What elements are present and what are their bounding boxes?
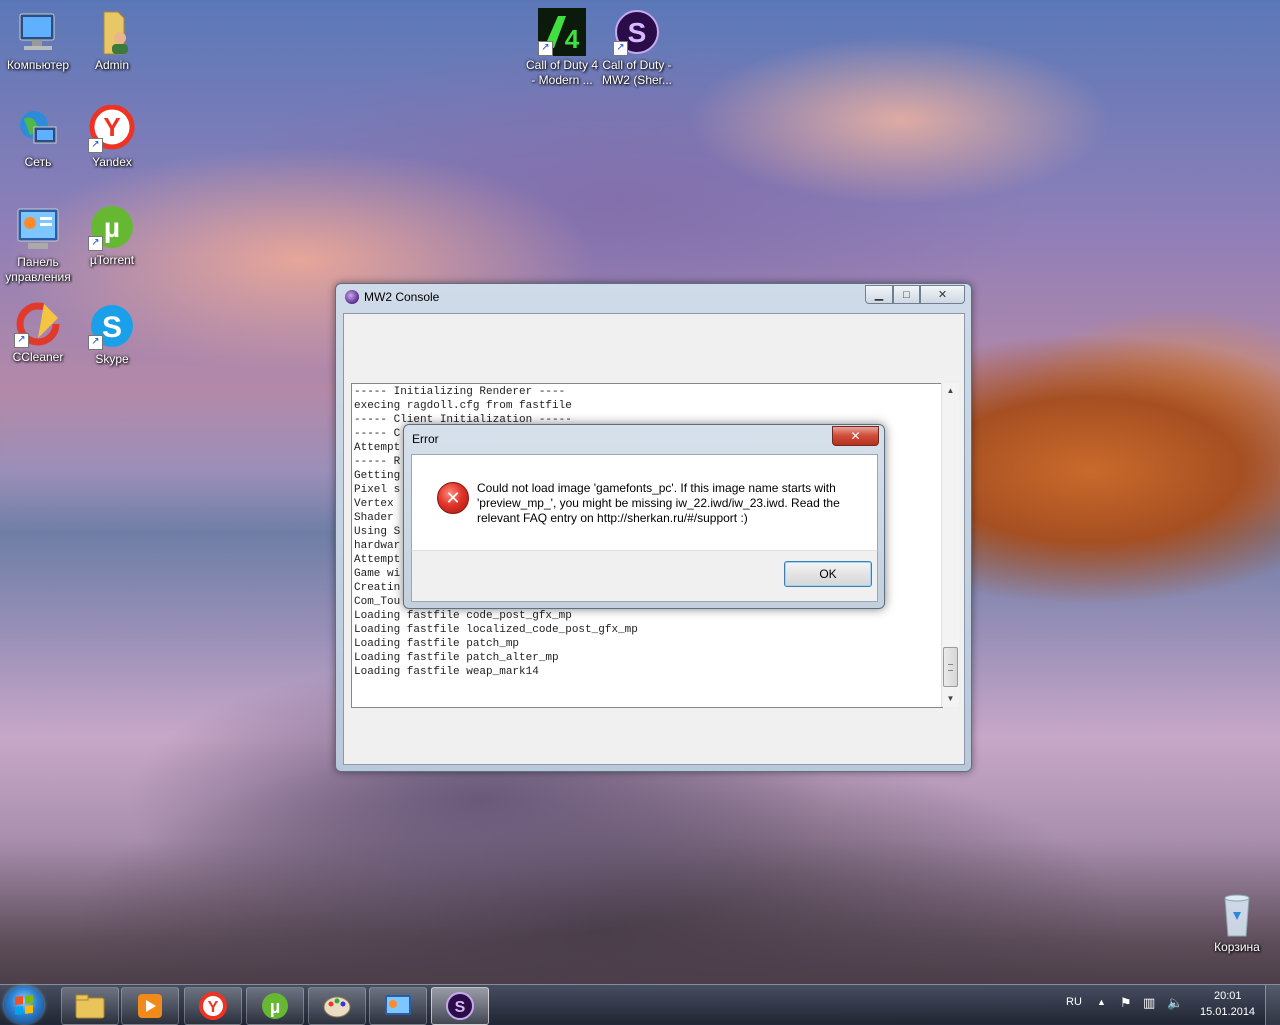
clock-date[interactable]: 15.01.2014 xyxy=(1200,1006,1255,1018)
action-center-flag-icon[interactable]: ⚑ xyxy=(1120,995,1132,1011)
taskbar-yandex[interactable]: Y xyxy=(184,987,242,1025)
desktop-icon-network[interactable]: Сеть xyxy=(0,105,76,170)
taskbar-control-panel[interactable] xyxy=(369,987,427,1025)
window-title: MW2 Console xyxy=(364,290,440,304)
desktop-icon-recycle-bin[interactable]: Корзина xyxy=(1199,890,1275,955)
close-icon: ✕ xyxy=(937,289,948,301)
desktop-icon-skype[interactable]: S ↗ Skype xyxy=(74,302,150,367)
dialog-footer: OK xyxy=(411,550,878,602)
ccleaner-icon: ↗ xyxy=(14,300,62,348)
taskbar-utorrent[interactable]: µ xyxy=(246,987,304,1025)
desktop-icon-label: µTorrent xyxy=(89,253,135,267)
scroll-up-icon[interactable]: ▲ xyxy=(942,383,959,399)
windows-logo-icon xyxy=(15,995,33,1015)
error-dialog[interactable]: Error ✕ ✕ Could not load image 'gamefont… xyxy=(403,424,885,609)
svg-text:S: S xyxy=(455,999,466,1016)
control-panel-icon xyxy=(385,995,411,1015)
desktop-icon-admin[interactable]: Admin xyxy=(74,8,150,73)
svg-text:Y: Y xyxy=(208,999,219,1016)
minimize-icon: ▁ xyxy=(874,289,884,301)
taskbar: Y µ S RU ▲ ⚑ ▥ 🔈 20:01 15.01.2014 xyxy=(0,984,1280,1025)
desktop-icon-cod4[interactable]: 4 ↗ Call of Duty 4 - Modern ... xyxy=(524,8,600,88)
skype-icon: S ↗ xyxy=(88,302,136,350)
utorrent-icon: µ ↗ xyxy=(88,203,136,251)
svg-text:S: S xyxy=(102,311,122,344)
desktop-icon-label: CCleaner xyxy=(12,350,64,364)
show-desktop-button[interactable] xyxy=(1265,985,1280,1025)
ok-button[interactable]: OK xyxy=(784,561,872,587)
shortcut-arrow-icon: ↗ xyxy=(613,41,628,56)
taskbar-media-player[interactable] xyxy=(121,987,179,1025)
shortcut-arrow-icon: ↗ xyxy=(88,335,103,350)
network-globe-icon xyxy=(14,105,62,153)
scroll-thumb[interactable] xyxy=(943,647,958,687)
mw2-sherkan-icon: S ↗ xyxy=(613,8,661,56)
shortcut-arrow-icon: ↗ xyxy=(88,138,103,153)
utorrent-icon: µ xyxy=(262,993,288,1019)
minimize-button[interactable]: ▁ xyxy=(865,285,893,304)
caption-buttons: ▁ □ ✕ xyxy=(865,285,965,304)
taskbar-explorer[interactable] xyxy=(61,987,119,1025)
taskbar-mw2-console[interactable]: S xyxy=(431,987,489,1025)
error-message: Could not load image 'gamefonts_pc'. If … xyxy=(477,481,840,525)
mw2-sherkan-icon: S xyxy=(446,992,474,1020)
svg-text:µ: µ xyxy=(270,997,280,1017)
dialog-close-button[interactable]: ✕ xyxy=(832,426,879,446)
clock-time[interactable]: 20:01 xyxy=(1214,990,1242,1002)
tray-expand-icon[interactable]: ▲ xyxy=(1097,997,1106,1007)
shortcut-arrow-icon: ↗ xyxy=(88,236,103,251)
network-icon[interactable]: ▥ xyxy=(1143,995,1155,1011)
dialog-body: ✕ Could not load image 'gamefonts_pc'. I… xyxy=(411,454,878,551)
desktop-icon-ccleaner[interactable]: ↗ CCleaner xyxy=(0,300,76,365)
control-panel-icon xyxy=(14,205,62,253)
desktop-icon-label: Skype xyxy=(95,352,129,366)
desktop-icon-label: Call of Duty - MW2 (Sher... xyxy=(601,58,672,87)
desktop-icon-label: Admin xyxy=(94,58,129,72)
desktop-icon-label: Компьютер xyxy=(6,58,70,72)
shortcut-arrow-icon: ↗ xyxy=(14,333,29,348)
yandex-icon: Y xyxy=(199,992,227,1020)
desktop-icon-control-panel[interactable]: Панель управления xyxy=(0,205,76,285)
desktop-icon-label: Сеть xyxy=(24,155,52,169)
start-button[interactable] xyxy=(4,986,44,1024)
console-scrollbar[interactable]: ▲ ▼ xyxy=(941,383,959,707)
error-icon: ✕ xyxy=(437,482,469,514)
cod4-game-icon: 4 ↗ xyxy=(538,8,586,56)
svg-text:µ: µ xyxy=(104,212,120,243)
paint-palette-icon xyxy=(323,996,351,1018)
desktop-icon-label: Yandex xyxy=(92,155,132,169)
media-player-icon xyxy=(138,994,162,1018)
taskbar-paint[interactable] xyxy=(308,987,366,1025)
desktop-icon-label: Панель управления xyxy=(5,255,71,284)
maximize-button[interactable]: □ xyxy=(893,285,920,304)
close-button[interactable]: ✕ xyxy=(920,285,965,304)
recycle-bin-icon xyxy=(1213,890,1261,938)
computer-icon xyxy=(14,8,62,56)
shortcut-arrow-icon: ↗ xyxy=(538,41,553,56)
dialog-title: Error xyxy=(412,432,439,446)
svg-text:S: S xyxy=(628,17,647,48)
mw2-app-icon xyxy=(345,290,359,304)
svg-text:4: 4 xyxy=(565,24,580,54)
maximize-icon: □ xyxy=(903,288,910,301)
desktop-icon-label: Корзина xyxy=(1214,940,1260,954)
language-indicator[interactable]: RU xyxy=(1066,996,1082,1008)
close-icon: ✕ xyxy=(850,429,861,443)
user-folder-icon xyxy=(88,8,136,56)
desktop-icon-yandex[interactable]: Y ↗ Yandex xyxy=(74,104,150,170)
desktop-icon-mw2[interactable]: S ↗ Call of Duty - MW2 (Sher... xyxy=(599,8,675,88)
volume-icon[interactable]: 🔈 xyxy=(1167,995,1183,1011)
desktop-icon-label: Call of Duty 4 - Modern ... xyxy=(525,58,599,87)
yandex-icon: Y ↗ xyxy=(88,104,136,153)
svg-text:Y: Y xyxy=(103,112,120,142)
explorer-folder-icon xyxy=(75,994,105,1019)
scroll-down-icon[interactable]: ▼ xyxy=(942,691,959,707)
desktop-icon-computer[interactable]: Компьютер xyxy=(0,8,76,73)
desktop-icon-utorrent[interactable]: µ ↗ µTorrent xyxy=(74,203,150,268)
